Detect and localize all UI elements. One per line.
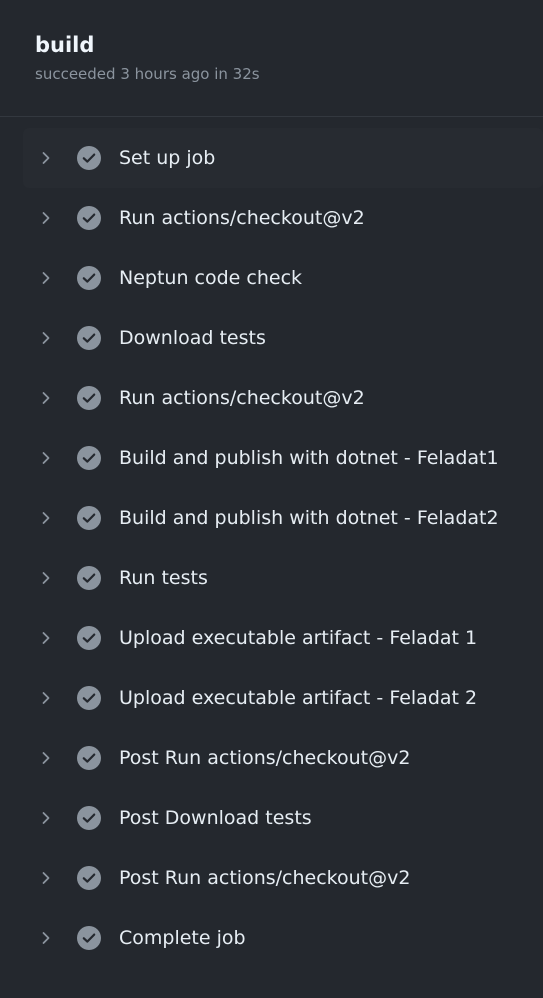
- check-circle-icon: [77, 926, 101, 950]
- check-circle-icon: [77, 506, 101, 530]
- step-label: Neptun code check: [119, 267, 303, 289]
- check-circle-icon: [77, 266, 101, 290]
- chevron-right-icon: [42, 152, 50, 164]
- step-label: Build and publish with dotnet - Feladat1: [119, 447, 499, 469]
- step-row[interactable]: Post Download tests: [23, 788, 543, 848]
- step-label: Post Run actions/checkout@v2: [119, 747, 411, 769]
- job-header: build succeeded 3 hours ago in 32s: [0, 0, 543, 117]
- step-row[interactable]: Download tests: [23, 308, 543, 368]
- job-status-text: succeeded 3 hours ago in 32s: [35, 65, 260, 83]
- check-circle-icon: [77, 146, 101, 170]
- check-circle-icon: [77, 326, 101, 350]
- step-row[interactable]: Upload executable artifact - Feladat 2: [23, 668, 543, 728]
- chevron-right-icon: [42, 512, 50, 524]
- step-label: Post Download tests: [119, 807, 312, 829]
- check-circle-icon: [77, 386, 101, 410]
- check-circle-icon: [77, 446, 101, 470]
- chevron-right-icon: [42, 212, 50, 224]
- chevron-right-icon: [42, 932, 50, 944]
- step-label: Run actions/checkout@v2: [119, 387, 365, 409]
- check-circle-icon: [77, 866, 101, 890]
- step-row[interactable]: Build and publish with dotnet - Feladat2: [23, 488, 543, 548]
- step-row[interactable]: Run actions/checkout@v2: [23, 188, 543, 248]
- check-circle-icon: [77, 686, 101, 710]
- chevron-right-icon: [42, 452, 50, 464]
- step-label: Download tests: [119, 327, 266, 349]
- chevron-right-icon: [42, 572, 50, 584]
- step-label: Build and publish with dotnet - Feladat2: [119, 507, 499, 529]
- step-list: Set up job Run actions/checkout@v2 Neptu…: [0, 117, 543, 968]
- check-circle-icon: [77, 626, 101, 650]
- chevron-right-icon: [42, 692, 50, 704]
- chevron-right-icon: [42, 392, 50, 404]
- check-circle-icon: [77, 566, 101, 590]
- step-label: Upload executable artifact - Feladat 2: [119, 687, 478, 709]
- step-label: Complete job: [119, 927, 246, 949]
- step-row[interactable]: Run actions/checkout@v2: [23, 368, 543, 428]
- step-label: Run tests: [119, 567, 208, 589]
- chevron-right-icon: [42, 812, 50, 824]
- step-row[interactable]: Build and publish with dotnet - Feladat1: [23, 428, 543, 488]
- step-row[interactable]: Post Run actions/checkout@v2: [23, 848, 543, 908]
- step-row[interactable]: Complete job: [23, 908, 543, 968]
- check-circle-icon: [77, 746, 101, 770]
- job-steps-panel: build succeeded 3 hours ago in 32s Set u…: [0, 0, 543, 998]
- chevron-right-icon: [42, 272, 50, 284]
- step-label: Post Run actions/checkout@v2: [119, 867, 411, 889]
- step-row[interactable]: Neptun code check: [23, 248, 543, 308]
- chevron-right-icon: [42, 332, 50, 344]
- check-circle-icon: [77, 806, 101, 830]
- chevron-right-icon: [42, 752, 50, 764]
- step-row[interactable]: Post Run actions/checkout@v2: [23, 728, 543, 788]
- job-title: build: [35, 33, 95, 57]
- check-circle-icon: [77, 206, 101, 230]
- step-label: Upload executable artifact - Feladat 1: [119, 627, 478, 649]
- chevron-right-icon: [42, 872, 50, 884]
- step-label: Run actions/checkout@v2: [119, 207, 365, 229]
- step-row[interactable]: Run tests: [23, 548, 543, 608]
- step-row[interactable]: Upload executable artifact - Feladat 1: [23, 608, 543, 668]
- step-label: Set up job: [119, 147, 216, 169]
- chevron-right-icon: [42, 632, 50, 644]
- step-row[interactable]: Set up job: [23, 128, 543, 188]
